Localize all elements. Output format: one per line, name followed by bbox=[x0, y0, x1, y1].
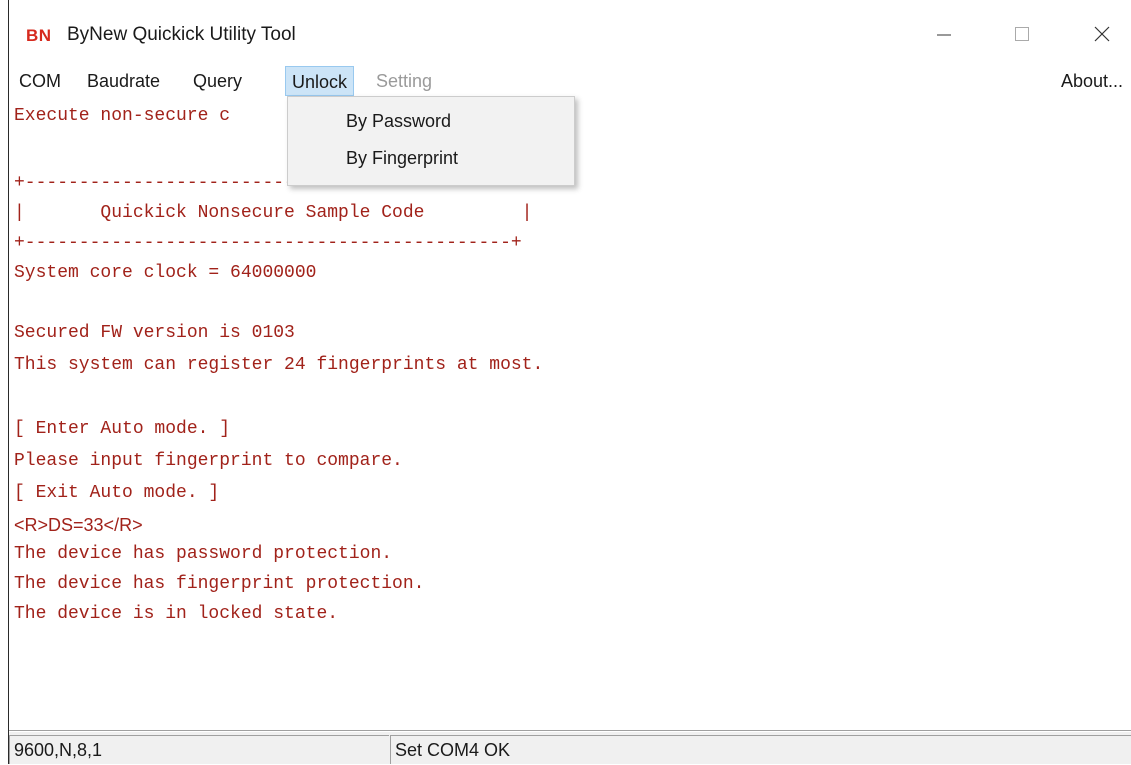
menu-query[interactable]: Query bbox=[187, 66, 248, 96]
console-output[interactable]: Execute non-secure c +------------------… bbox=[9, 98, 1131, 731]
menu-about[interactable]: About... bbox=[1055, 66, 1129, 96]
minimize-icon bbox=[937, 34, 951, 36]
status-message: Set COM4 OK bbox=[390, 735, 1131, 764]
menu-item-by-fingerprint[interactable]: By Fingerprint bbox=[346, 140, 458, 176]
title-bar: BN ByNew Quickick Utility Tool bbox=[9, 0, 1131, 66]
menu-setting[interactable]: Setting bbox=[370, 66, 438, 96]
console-line: | Quickick Nonsecure Sample Code | bbox=[14, 203, 533, 223]
app-logo: BN bbox=[26, 26, 52, 45]
maximize-icon bbox=[1015, 27, 1029, 41]
status-port-settings: 9600,N,8,1 bbox=[9, 735, 389, 764]
console-line: <R>DS=33</R> bbox=[14, 515, 143, 535]
console-line: +---------------------------------------… bbox=[14, 233, 522, 253]
menu-item-by-password[interactable]: By Password bbox=[346, 103, 451, 139]
console-line: The device is in locked state. bbox=[14, 604, 339, 624]
console-line: [ Exit Auto mode. ] bbox=[14, 483, 220, 503]
console-line: This system can register 24 fingerprints… bbox=[14, 355, 544, 375]
console-line: System core clock = 64000000 bbox=[14, 263, 317, 283]
app-window: BN ByNew Quickick Utility Tool COM Baudr… bbox=[8, 0, 1131, 764]
close-icon bbox=[1094, 26, 1110, 42]
menu-bar: COM Baudrate Query Unlock Setting About.… bbox=[9, 66, 1131, 96]
console-line: Please input fingerprint to compare. bbox=[14, 451, 403, 471]
console-line: The device has fingerprint protection. bbox=[14, 574, 425, 594]
console-line: Execute non-secure c bbox=[14, 106, 231, 126]
menu-unlock[interactable]: Unlock bbox=[285, 66, 355, 96]
minimize-button[interactable] bbox=[921, 14, 967, 54]
close-button[interactable] bbox=[1079, 14, 1125, 54]
console-line: The device has password protection. bbox=[14, 544, 393, 564]
status-bar: 9600,N,8,1 Set COM4 OK bbox=[9, 732, 1131, 764]
menu-com[interactable]: COM bbox=[13, 66, 67, 96]
window-title: ByNew Quickick Utility Tool bbox=[67, 24, 296, 45]
console-line: Secured FW version is 0103 bbox=[14, 323, 295, 343]
console-line: [ Enter Auto mode. ] bbox=[14, 419, 231, 439]
unlock-dropdown-menu: By Password By Fingerprint bbox=[287, 96, 575, 186]
maximize-button[interactable] bbox=[999, 14, 1045, 54]
menu-baudrate[interactable]: Baudrate bbox=[81, 66, 166, 96]
